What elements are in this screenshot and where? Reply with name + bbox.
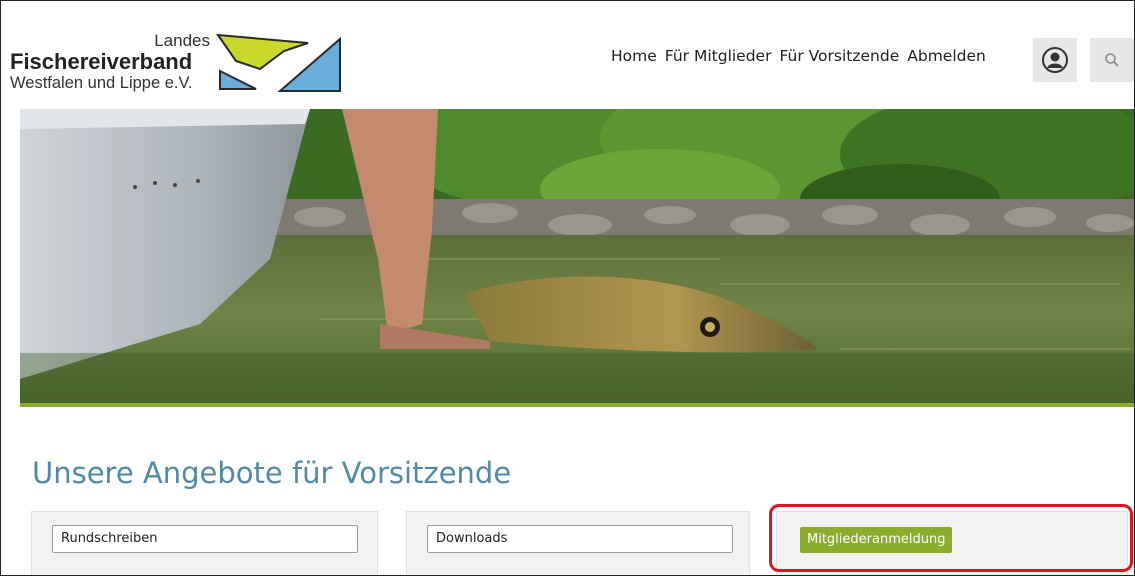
logo-line-sub: Westfalen und Lippe e.V. [10,74,193,92]
search-button[interactable] [1090,38,1134,82]
offer-card-rundschreiben: Rundschreiben [31,511,378,575]
nav-item-fuer-mitglieder[interactable]: Für Mitglieder [665,47,772,65]
user-account-button[interactable] [1033,38,1077,82]
offer-card-downloads: Downloads [406,511,750,575]
hero-photo-pike-release [20,109,1134,405]
nav-item-abmelden[interactable]: Abmelden [907,47,986,65]
hero-accent-divider [20,403,1134,407]
site-logo[interactable]: Landes Fischereiverband Westfalen und Li… [10,31,350,99]
nav-item-fuer-vorsitzende[interactable]: Für Vorsitzende [779,47,899,65]
logo-line-landes: Landes [154,31,210,50]
search-icon [1105,53,1119,67]
main-navigation: Home Für Mitglieder Für Vorsitzende Abme… [611,47,994,65]
nav-item-home[interactable]: Home [611,47,657,65]
hero-image [20,109,1134,405]
logo-mark-icon [215,33,341,92]
rundschreiben-button[interactable]: Rundschreiben [52,525,358,553]
highlight-annotation-box [769,504,1133,572]
downloads-button[interactable]: Downloads [427,525,733,553]
logo-line-name: Fischereiverband [10,49,193,74]
page-title: Unsere Angebote für Vorsitzende [32,456,512,491]
browser-viewport: Landes Fischereiverband Westfalen und Li… [0,0,1135,576]
site-header: Landes Fischereiverband Westfalen und Li… [1,1,1134,109]
user-icon [1042,47,1068,73]
